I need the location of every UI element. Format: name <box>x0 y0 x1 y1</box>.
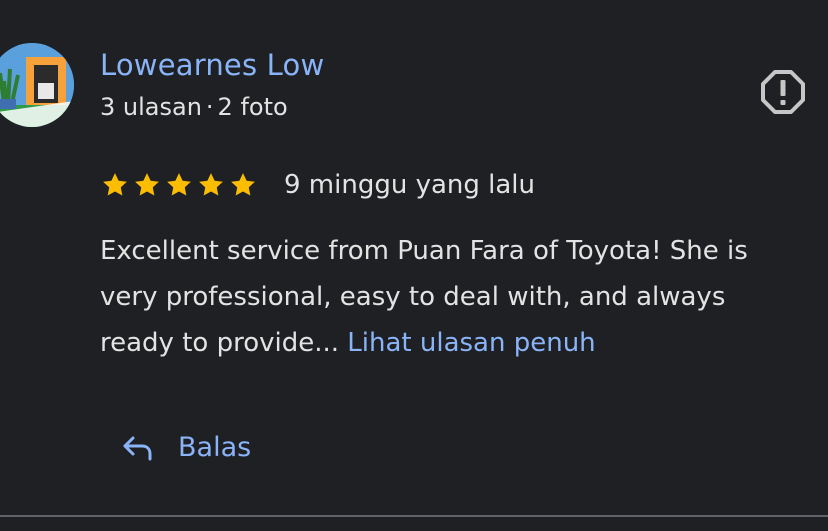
reply-arrow-icon <box>123 436 152 461</box>
divider <box>0 515 828 517</box>
read-more-link[interactable]: Lihat ulasan penuh <box>347 328 595 358</box>
author-avatar[interactable] <box>0 43 74 127</box>
meta-separator: · <box>205 93 214 121</box>
author-name[interactable]: Lowearnes Low <box>100 48 324 82</box>
author-review-count: 3 ulasan <box>100 93 202 121</box>
review-text: Excellent service from Puan Fara of Toyo… <box>100 228 828 366</box>
author-meta: 3 ulasan · 2 foto <box>100 93 288 121</box>
review-time: 9 minggu yang lalu <box>284 170 536 200</box>
report-flag-icon[interactable] <box>760 69 806 115</box>
avatar-image <box>0 43 74 127</box>
star-icon <box>199 173 223 196</box>
author-photo-count: 2 foto <box>217 93 288 121</box>
review-text-line-2: very professional, easy to deal with, an… <box>100 282 726 312</box>
reply-label: Balas <box>178 431 252 463</box>
review-text-line-3: ready to provide... <box>100 328 348 358</box>
star-icon <box>135 173 159 196</box>
reply-button[interactable]: Balas <box>120 425 251 469</box>
star-rating <box>100 170 258 200</box>
review-card: Lowearnes Low 3 ulasan · 2 foto 9 minggu y… <box>0 0 828 531</box>
star-icon <box>231 173 255 196</box>
star-icon <box>167 173 191 196</box>
review-text-line-1: Excellent service from Puan Fara of Toyo… <box>100 236 748 266</box>
star-icon <box>103 173 127 196</box>
